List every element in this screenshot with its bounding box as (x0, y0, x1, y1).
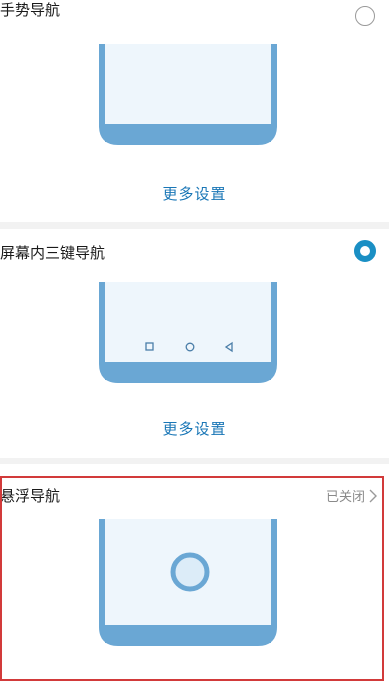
section-gap (0, 222, 389, 229)
option-title-gesture: 手势导航 (0, 1, 61, 19)
floating-status-text: 已关闭 (325, 490, 365, 505)
more-settings-link-gesture[interactable]: 更多设置 (0, 183, 389, 204)
floating-phone-illustration (99, 519, 277, 646)
option-title-floating: 悬浮导航 (0, 487, 61, 505)
more-settings-link-three-key[interactable]: 更多设置 (0, 418, 389, 439)
radio-selected-icon[interactable] (354, 240, 376, 262)
gesture-phone-illustration (99, 44, 277, 145)
floating-status[interactable]: 已关闭 (326, 486, 377, 505)
radio-unselected-icon[interactable] (355, 6, 375, 26)
floating-button-icon (170, 552, 210, 592)
chevron-right-icon (369, 489, 377, 502)
three-key-phone-illustration (99, 282, 277, 383)
navigation-settings-page: 手势导航 更多设置 屏幕内三键导航 更多设置 悬浮导航 已关闭 (0, 0, 389, 685)
option-title-three-key: 屏幕内三键导航 (0, 244, 106, 262)
